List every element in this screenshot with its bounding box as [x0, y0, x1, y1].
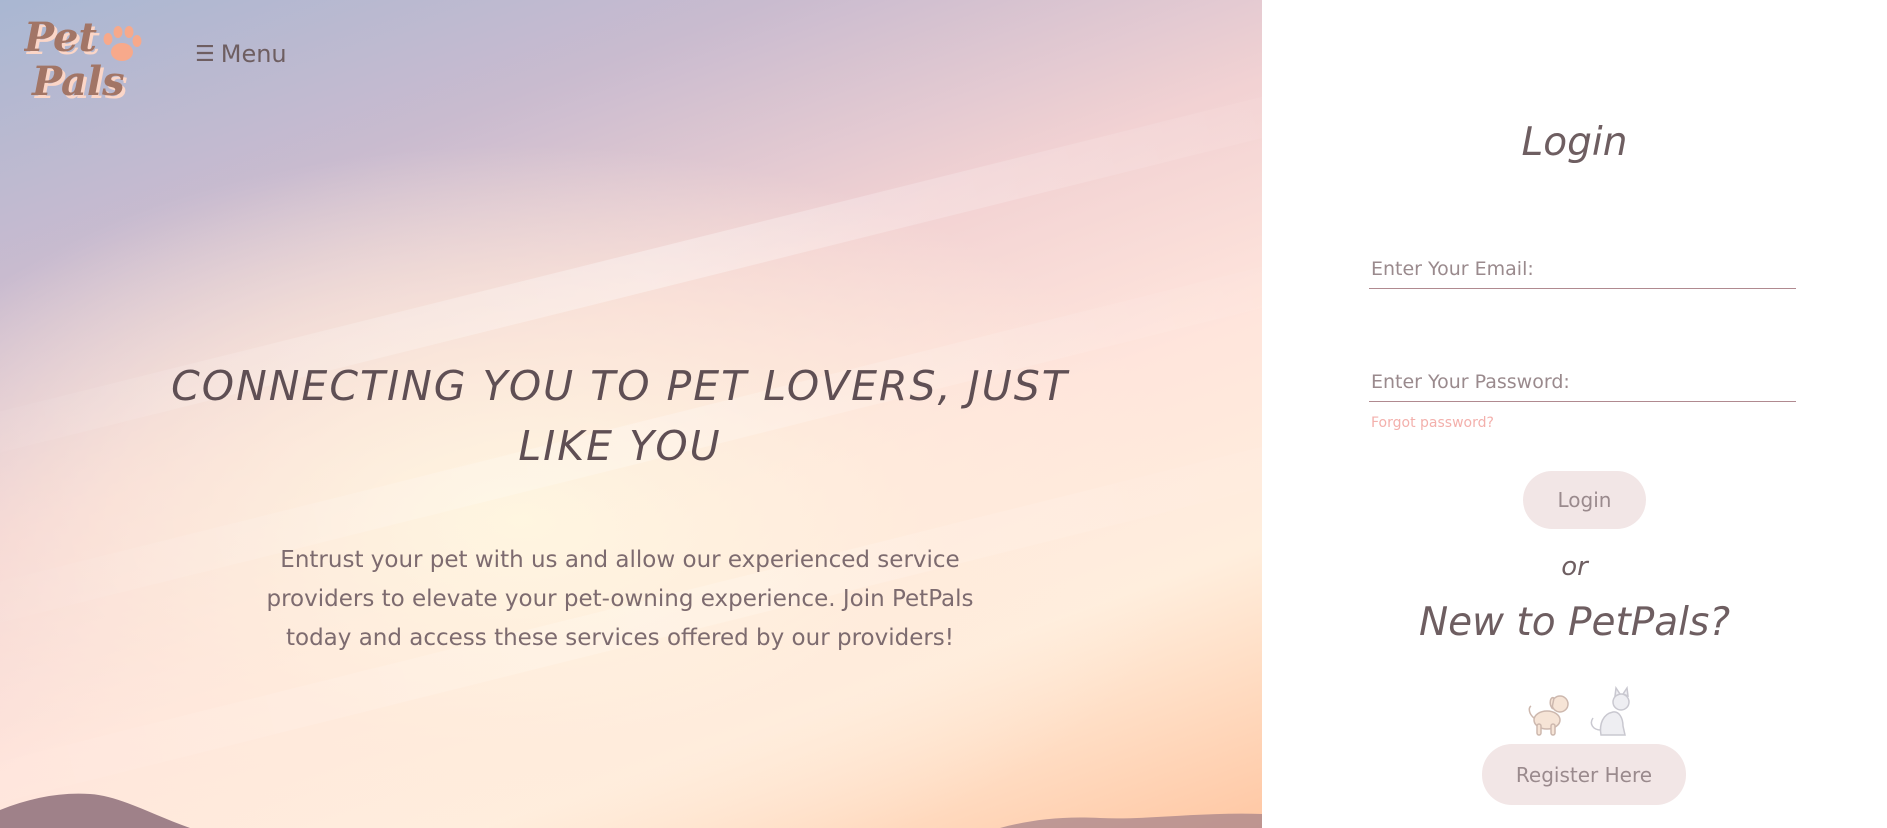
email-field[interactable] — [1369, 252, 1796, 289]
logo-text-line2: Pals — [31, 58, 125, 104]
login-title: Login — [1521, 120, 1628, 165]
menu-label: Menu — [220, 40, 287, 68]
hero-section: Pet Pet Pals Pals ☰ Menu CONNECTING YOU … — [0, 0, 1262, 828]
petpals-logo-image: Pet Pet Pals Pals — [23, 14, 142, 108]
petpals-logo[interactable]: Pet Pet Pals Pals — [23, 12, 144, 108]
hero-headline: CONNECTING YOU TO PET LOVERS, JUST LIKE … — [171, 362, 1069, 470]
password-field[interactable] — [1369, 365, 1796, 402]
new-to-petpals-heading: New to PetPals? — [1418, 600, 1731, 645]
login-button[interactable]: Login — [1523, 471, 1646, 529]
forgot-password-link[interactable]: Forgot password? — [1371, 415, 1494, 431]
logo-text-line1: Pet — [24, 14, 97, 61]
email-field-wrapper — [1369, 252, 1796, 289]
register-button[interactable]: Register Here — [1482, 744, 1686, 805]
or-divider: or — [1561, 552, 1588, 582]
menu-button[interactable]: ☰ Menu — [195, 40, 287, 68]
cat-icon — [1590, 686, 1630, 736]
hamburger-icon: ☰ — [195, 41, 215, 67]
login-panel: Login Forgot password? Login or New to P… — [1262, 0, 1887, 828]
password-field-wrapper — [1369, 365, 1796, 402]
paw-icon — [103, 26, 142, 61]
dog-icon — [1528, 695, 1569, 736]
hero-subtext: Entrust your pet with us and allow our e… — [266, 547, 974, 651]
mountain-silhouette — [0, 793, 1262, 828]
